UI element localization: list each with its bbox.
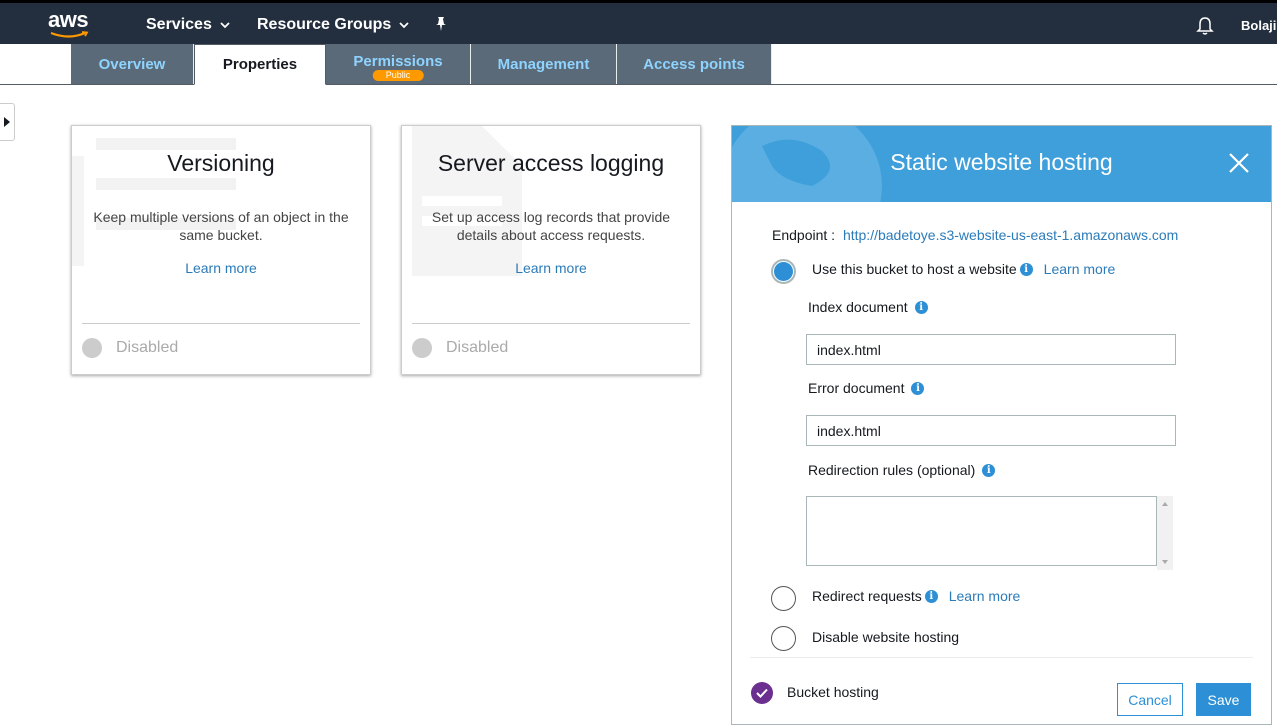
resource-groups-menu[interactable]: Resource Groups bbox=[257, 16, 409, 34]
save-button[interactable]: Save bbox=[1196, 683, 1251, 716]
chevron-down-icon bbox=[220, 22, 230, 29]
versioning-card[interactable]: Versioning Keep multiple versions of an … bbox=[71, 125, 371, 375]
status-dot-icon bbox=[82, 338, 102, 358]
status-dot-icon bbox=[412, 338, 432, 358]
redirect-requests-radio[interactable] bbox=[771, 586, 796, 611]
redirect-requests-label: Redirect requests bbox=[812, 588, 922, 604]
sidebar-toggle[interactable] bbox=[0, 103, 15, 141]
caret-right-icon bbox=[4, 117, 10, 127]
versioning-watermark-icon bbox=[72, 138, 236, 266]
tab-properties[interactable]: Properties bbox=[194, 44, 326, 85]
learn-more-link[interactable]: Learn more bbox=[402, 260, 700, 276]
divider bbox=[750, 657, 1253, 658]
learn-more-link[interactable]: Learn more bbox=[1044, 261, 1116, 277]
panel-title: Static website hosting bbox=[890, 149, 1113, 175]
aws-logo[interactable]: aws bbox=[48, 9, 89, 31]
tab-label: Permissions bbox=[353, 52, 443, 70]
user-name[interactable]: Bolaji bbox=[1241, 18, 1276, 33]
tab-bar: Overview Properties Permissions Public M… bbox=[0, 44, 1277, 85]
bucket-hosting-status: Bucket hosting bbox=[787, 684, 879, 700]
disable-hosting-radio[interactable] bbox=[771, 626, 796, 651]
card-title: Versioning bbox=[167, 150, 275, 176]
services-menu[interactable]: Services bbox=[146, 16, 230, 34]
scroll-arrows-icon bbox=[1162, 502, 1168, 564]
endpoint-url-link[interactable]: http://badetoye.s3-website-us-east-1.ama… bbox=[843, 227, 1178, 243]
services-label: Services bbox=[146, 16, 212, 33]
textarea-scrollbar[interactable] bbox=[1157, 496, 1173, 570]
host-website-label: Use this bucket to host a website bbox=[812, 261, 1017, 277]
cancel-button[interactable]: Cancel bbox=[1117, 683, 1183, 716]
card-description: Set up access log records that provide d… bbox=[431, 209, 671, 243]
tab-label: Properties bbox=[222, 56, 298, 73]
status: Disabled bbox=[82, 338, 178, 358]
tab-label: Management bbox=[497, 55, 590, 73]
info-icon[interactable]: i bbox=[924, 589, 938, 603]
index-document-field: Index document i bbox=[808, 299, 928, 315]
index-document-label: Index document bbox=[808, 299, 908, 315]
info-icon[interactable]: i bbox=[914, 300, 928, 314]
redirect-requests-option: Redirect requests i Learn more bbox=[812, 588, 1020, 604]
redirection-rules-textarea[interactable] bbox=[806, 496, 1157, 566]
error-document-input[interactable] bbox=[806, 415, 1176, 446]
divider bbox=[82, 323, 360, 324]
redirection-rules-label: Redirection rules (optional) bbox=[808, 462, 976, 478]
tab-label: Access points bbox=[643, 55, 745, 73]
learn-more-link[interactable]: Learn more bbox=[949, 588, 1021, 604]
error-document-field: Error document i bbox=[808, 380, 925, 396]
status-label: Disabled bbox=[116, 339, 179, 356]
card-description: Keep multiple versions of an object in t… bbox=[93, 209, 349, 243]
tab-permissions[interactable]: Permissions Public bbox=[326, 44, 471, 84]
tab-overview[interactable]: Overview bbox=[71, 44, 194, 84]
redirection-rules-field: Redirection rules (optional) i bbox=[808, 462, 996, 478]
info-icon[interactable]: i bbox=[982, 463, 996, 477]
learn-more-link[interactable]: Learn more bbox=[72, 260, 370, 276]
card-title: Server access logging bbox=[437, 150, 665, 176]
endpoint-label: Endpoint : bbox=[772, 227, 836, 243]
host-website-radio[interactable] bbox=[771, 259, 796, 284]
top-navigation: aws Services Resource Groups Bolaji bbox=[0, 0, 1277, 44]
resource-groups-label: Resource Groups bbox=[257, 16, 392, 33]
aws-smile-icon bbox=[50, 31, 89, 38]
server-access-logging-card[interactable]: Server access logging Set up access log … bbox=[401, 125, 701, 375]
disable-hosting-option: Disable website hosting bbox=[812, 629, 959, 645]
info-icon[interactable]: i bbox=[1019, 262, 1033, 276]
check-icon bbox=[751, 682, 773, 704]
chevron-down-icon bbox=[399, 22, 409, 29]
disable-hosting-label: Disable website hosting bbox=[812, 629, 960, 645]
pin-icon[interactable] bbox=[433, 16, 449, 32]
panel-header: Static website hosting bbox=[732, 126, 1271, 202]
tab-label: Overview bbox=[98, 55, 166, 73]
index-document-input[interactable] bbox=[806, 334, 1176, 365]
host-website-option: Use this bucket to host a website i Lear… bbox=[812, 261, 1115, 277]
info-icon[interactable]: i bbox=[911, 381, 925, 395]
status: Disabled bbox=[412, 338, 508, 358]
endpoint: Endpoint : http://badetoye.s3-website-us… bbox=[772, 227, 1178, 243]
public-badge: Public bbox=[372, 70, 424, 81]
tab-management[interactable]: Management bbox=[471, 44, 617, 84]
logging-watermark-icon bbox=[412, 126, 522, 276]
static-website-hosting-panel: Static website hosting Endpoint : http:/… bbox=[731, 125, 1272, 725]
bell-icon[interactable] bbox=[1196, 16, 1214, 36]
status-label: Disabled bbox=[446, 339, 509, 356]
divider bbox=[412, 323, 690, 324]
tab-access-points[interactable]: Access points bbox=[617, 44, 772, 84]
error-document-label: Error document bbox=[808, 380, 905, 396]
close-icon[interactable] bbox=[1228, 152, 1250, 174]
